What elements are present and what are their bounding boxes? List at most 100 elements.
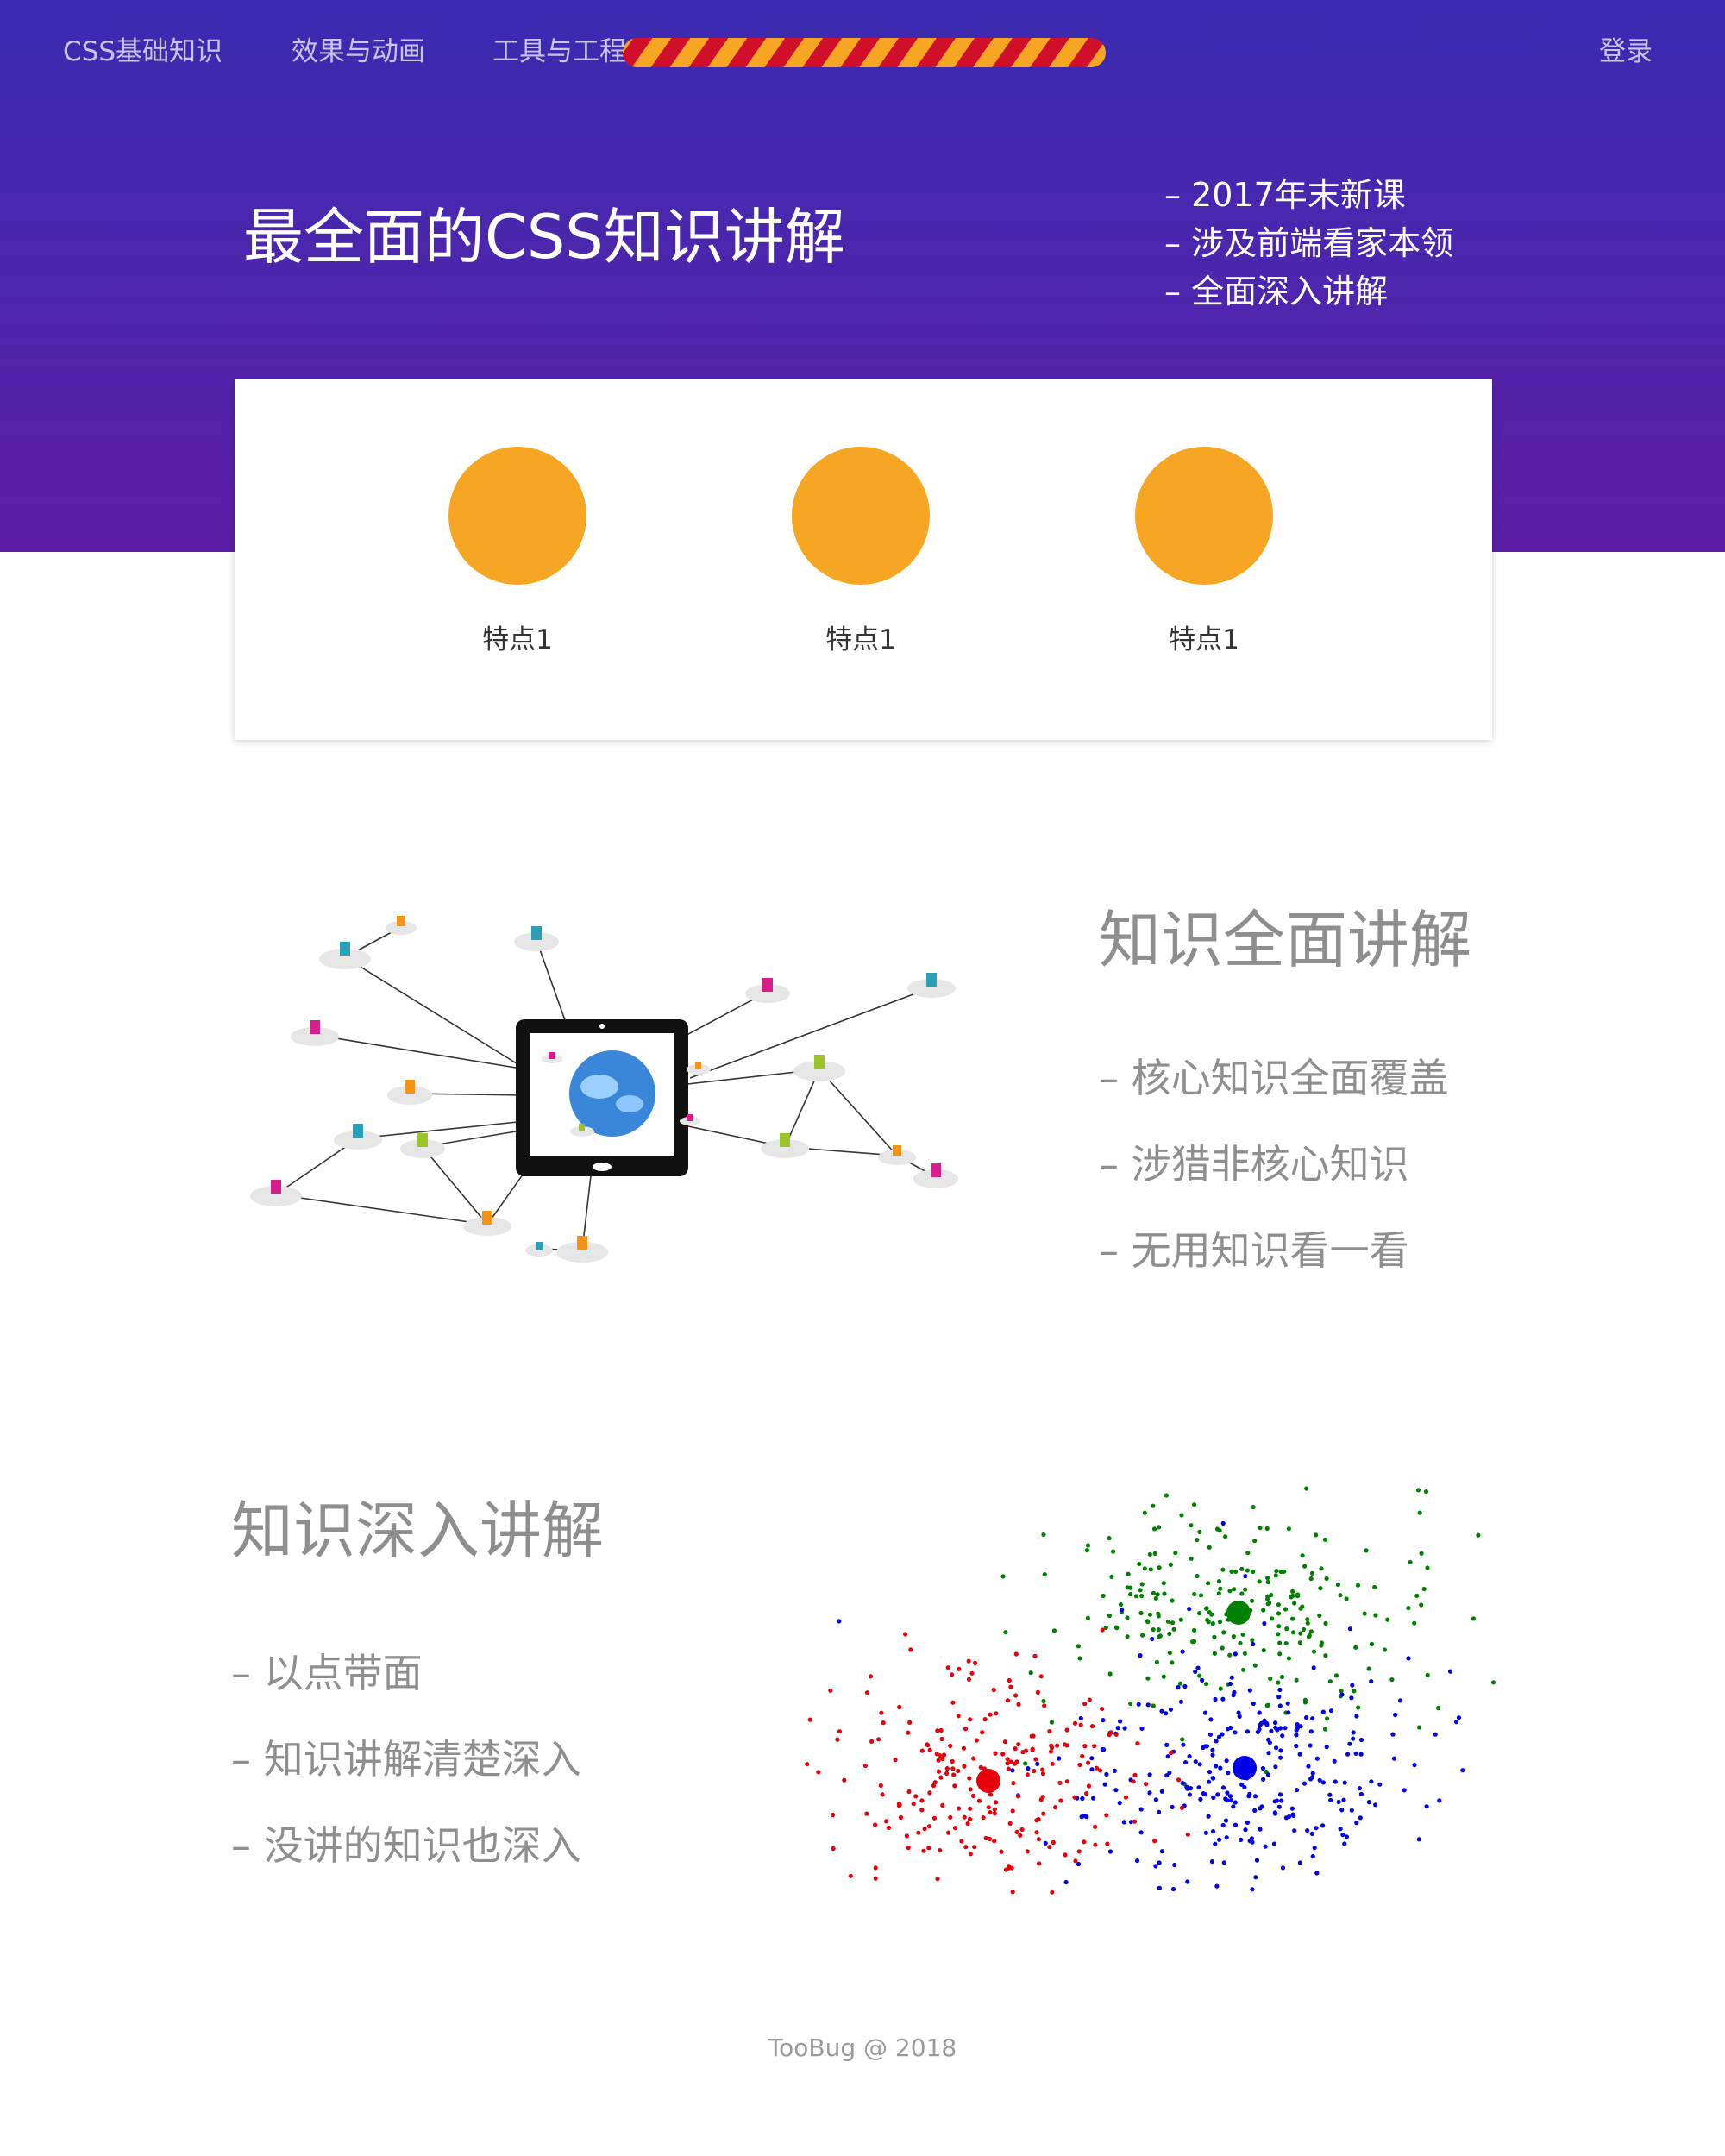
scatter-point-green bbox=[1217, 1620, 1222, 1625]
scatter-point-red bbox=[1029, 1733, 1034, 1739]
scatter-point-green bbox=[1178, 1617, 1183, 1622]
scatter-point-blue bbox=[1292, 1828, 1297, 1833]
scatter-point-blue bbox=[1089, 1756, 1095, 1761]
nav-item-effects-animation[interactable]: 效果与动画 bbox=[292, 33, 425, 71]
scatter-point-green bbox=[1223, 1534, 1228, 1539]
scatter-point-red bbox=[982, 1717, 988, 1722]
scatter-point-green bbox=[1419, 1551, 1424, 1556]
scatter-point-blue bbox=[1231, 1804, 1236, 1809]
scatter-point-green bbox=[1471, 1616, 1476, 1621]
scatter-point-red bbox=[881, 1720, 886, 1726]
scatter-point-green bbox=[1209, 1612, 1214, 1617]
scatter-point-blue bbox=[1294, 1733, 1299, 1738]
scatter-point-blue bbox=[1342, 1841, 1347, 1846]
scatter-point-blue bbox=[1167, 1770, 1172, 1776]
scatter-point-red bbox=[987, 1836, 993, 1841]
scatter-point-red bbox=[936, 1769, 942, 1774]
scatter-point-red bbox=[986, 1805, 991, 1810]
cluster-centroid-blue bbox=[1233, 1756, 1257, 1780]
scatter-point-green bbox=[1145, 1676, 1151, 1681]
scatter-point-blue bbox=[1260, 1765, 1265, 1771]
scatter-point-blue bbox=[1220, 1785, 1226, 1790]
scatter-point-blue bbox=[1269, 1728, 1274, 1733]
scatter-point-red bbox=[897, 1704, 902, 1709]
scatter-point-red bbox=[1038, 1674, 1044, 1679]
nav-item-css-basics[interactable]: CSS基础知识 bbox=[63, 33, 223, 71]
scatter-point-red bbox=[873, 1822, 878, 1827]
scatter-point-blue bbox=[1193, 1669, 1198, 1674]
scatter-point-green bbox=[1210, 1621, 1215, 1626]
scatter-point-green bbox=[1138, 1610, 1144, 1616]
scatter-point-blue bbox=[1082, 1814, 1087, 1819]
section-list-comprehensive: – 核心知识全面覆盖 – 涉猎非核心知识 – 无用知识看一看 bbox=[1099, 1035, 1449, 1294]
scatter-point-blue bbox=[1312, 1846, 1317, 1851]
scatter-point-red bbox=[1007, 1677, 1012, 1683]
scatter-point-blue bbox=[1340, 1833, 1346, 1838]
scatter-point-green bbox=[1245, 1551, 1251, 1556]
scatter-point-green bbox=[1177, 1681, 1183, 1686]
scatter-point-red bbox=[1009, 1865, 1014, 1871]
scatter-point-green bbox=[1157, 1565, 1162, 1570]
scatter-point-red bbox=[869, 1739, 875, 1744]
scatter-point-blue bbox=[1231, 1693, 1236, 1698]
scatter-point-blue bbox=[1213, 1841, 1218, 1846]
scatter-point-red bbox=[1123, 1795, 1128, 1800]
scatter-point-red bbox=[884, 1819, 889, 1824]
scatter-point-blue bbox=[1276, 1804, 1282, 1809]
feature-label: 特点1 bbox=[482, 624, 553, 655]
scatter-point-blue bbox=[1208, 1732, 1213, 1737]
scatter-point-green bbox=[1051, 1628, 1057, 1633]
login-link[interactable]: 登录 bbox=[1599, 33, 1653, 71]
scatter-point-green bbox=[1220, 1645, 1225, 1651]
scatter-point-blue bbox=[1276, 1695, 1282, 1700]
scatter-point-blue bbox=[1297, 1752, 1302, 1757]
scatter-point-blue bbox=[1258, 1827, 1263, 1832]
scatter-point-green bbox=[1309, 1570, 1314, 1576]
scatter-point-blue bbox=[1266, 1737, 1271, 1742]
scatter-point-red bbox=[1082, 1839, 1087, 1845]
scatter-point-green bbox=[1274, 1569, 1279, 1574]
scatter-point-green bbox=[1107, 1536, 1112, 1541]
scatter-point-blue bbox=[1285, 1701, 1290, 1706]
scatter-point-blue bbox=[1390, 1732, 1396, 1737]
scatter-point-red bbox=[907, 1720, 913, 1725]
scatter-point-green bbox=[1195, 1573, 1200, 1579]
scatter-point-red bbox=[962, 1764, 967, 1769]
scatter-point-red bbox=[1035, 1689, 1040, 1695]
scatter-point-blue bbox=[1353, 1751, 1358, 1756]
scatter-point-red bbox=[1018, 1833, 1023, 1838]
scatter-point-blue bbox=[1211, 1795, 1216, 1800]
scatter-point-blue bbox=[1424, 1804, 1429, 1809]
scatter-point-blue bbox=[1354, 1714, 1359, 1719]
scatter-point-blue bbox=[1320, 1823, 1326, 1828]
feature-circle-icon bbox=[792, 447, 930, 585]
scatter-point-blue bbox=[1320, 1780, 1326, 1785]
nav-item-tools-engineering[interactable]: 工具与工程 bbox=[492, 33, 626, 71]
striped-progress-bar bbox=[623, 38, 1106, 67]
scatter-point-blue bbox=[1302, 1781, 1308, 1786]
scatter-point-green bbox=[1298, 1631, 1303, 1636]
scatter-point-green bbox=[1324, 1576, 1329, 1582]
scatter-point-blue bbox=[1233, 1822, 1239, 1827]
scatter-point-blue bbox=[1314, 1871, 1320, 1876]
scatter-point-red bbox=[1048, 1749, 1054, 1754]
scatter-point-red bbox=[936, 1758, 941, 1763]
scatter-point-green bbox=[1206, 1620, 1211, 1625]
scatter-point-blue bbox=[1236, 1710, 1241, 1715]
scatter-point-red bbox=[1086, 1783, 1092, 1789]
scatter-point-green bbox=[1435, 1705, 1441, 1711]
scatter-point-blue bbox=[1274, 1798, 1279, 1803]
feature-circle-icon bbox=[1135, 447, 1273, 585]
scatter-point-red bbox=[1006, 1766, 1011, 1771]
scatter-point-green bbox=[1128, 1701, 1133, 1706]
scatter-point-red bbox=[962, 1814, 967, 1820]
scatter-point-blue bbox=[1035, 1761, 1040, 1766]
scatter-point-red bbox=[1179, 1805, 1184, 1810]
scatter-point-red bbox=[1057, 1780, 1063, 1785]
scatter-point-green bbox=[1382, 1647, 1387, 1652]
scatter-point-red bbox=[926, 1846, 932, 1851]
scatter-point-red bbox=[805, 1762, 810, 1767]
scatter-point-green bbox=[1417, 1510, 1422, 1515]
scatter-point-green bbox=[1251, 1569, 1256, 1574]
scatter-point-red bbox=[991, 1687, 996, 1693]
